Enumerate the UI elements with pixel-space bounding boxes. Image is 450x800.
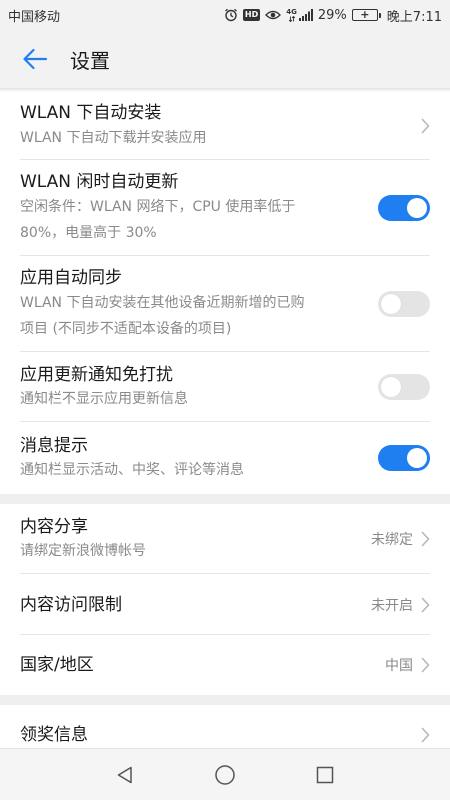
setting-desc-line2: 80%，电量高于 30% bbox=[20, 225, 157, 241]
status-bar: 中国移动 HD 4G 29% + 晚上7:11 bbox=[0, 0, 450, 30]
eye-icon bbox=[265, 9, 282, 21]
setting-title: 领奖信息 bbox=[20, 725, 88, 745]
toggle-knob bbox=[381, 377, 401, 397]
arrow-left-icon bbox=[23, 48, 48, 70]
message-tips-toggle[interactable] bbox=[378, 445, 430, 471]
setting-country-region[interactable]: 国家/地区 中国 bbox=[0, 635, 450, 695]
toggle-knob bbox=[407, 198, 427, 218]
setting-wlan-auto-install[interactable]: WLAN 下自动安装 WLAN 下自动下载并安装应用 bbox=[0, 92, 450, 160]
setting-value: 未开启 bbox=[371, 597, 413, 614]
section-gap bbox=[0, 695, 450, 705]
setting-desc: 通知栏不显示应用更新信息 bbox=[20, 391, 188, 407]
setting-desc: 通知栏显示活动、中奖、评论等消息 bbox=[20, 462, 244, 478]
setting-title: 内容访问限制 bbox=[20, 594, 122, 615]
title-bar: 设置 bbox=[0, 30, 450, 88]
back-triangle-icon bbox=[117, 766, 132, 783]
nav-back-button[interactable] bbox=[107, 757, 143, 793]
nav-home-button[interactable] bbox=[207, 757, 243, 793]
signal-icon bbox=[298, 9, 313, 21]
setting-value: 中国 bbox=[385, 658, 413, 674]
nav-recent-button[interactable] bbox=[307, 757, 343, 793]
chevron-right-icon bbox=[421, 597, 430, 613]
app-auto-sync-toggle[interactable] bbox=[378, 291, 430, 317]
toggle-knob bbox=[381, 294, 401, 314]
battery-charging-icon: + bbox=[351, 9, 381, 21]
chevron-right-icon bbox=[421, 531, 430, 547]
page-title: 设置 bbox=[70, 48, 110, 73]
chevron-right-icon bbox=[421, 727, 430, 743]
setting-content-share[interactable]: 内容分享 请绑定新浪微博帐号 未绑定 bbox=[0, 504, 450, 574]
settings-list: WLAN 下自动安装 WLAN 下自动下载并安装应用 WLAN 闲时自动更新 空… bbox=[0, 92, 450, 765]
chevron-right-icon bbox=[421, 657, 430, 673]
hd-icon: HD bbox=[242, 9, 261, 21]
status-time: 晚上7:11 bbox=[386, 9, 442, 25]
setting-update-notify-dnd: 应用更新通知免打扰 通知栏不显示应用更新信息 bbox=[0, 352, 450, 422]
setting-title: 消息提示 bbox=[20, 436, 88, 456]
toggle-knob bbox=[407, 448, 427, 468]
alarm-clock-icon bbox=[224, 8, 238, 22]
setting-wlan-idle-update: WLAN 闲时自动更新 空闲条件：WLAN 网络下，CPU 使用率低于 80%，… bbox=[0, 160, 450, 256]
setting-value: 未绑定 bbox=[371, 532, 413, 548]
setting-desc-line1: 空闲条件：WLAN 网络下，CPU 使用率低于 bbox=[20, 199, 296, 215]
setting-title: WLAN 闲时自动更新 bbox=[20, 172, 179, 192]
setting-title: 应用自动同步 bbox=[20, 268, 122, 288]
setting-title: 内容分享 bbox=[20, 517, 88, 537]
chevron-right-icon bbox=[421, 118, 430, 134]
setting-title: 国家/地区 bbox=[20, 655, 94, 675]
setting-message-tips: 消息提示 通知栏显示活动、中奖、评论等消息 bbox=[0, 422, 450, 494]
battery-percent: 29% bbox=[317, 7, 347, 23]
setting-app-auto-sync: 应用自动同步 WLAN 下自动安装在其他设备近期新增的已购 项目 (不同步不适配… bbox=[0, 256, 450, 352]
network-label: 4G bbox=[286, 7, 297, 16]
navigation-bar bbox=[0, 748, 450, 800]
setting-desc: 请绑定新浪微博帐号 bbox=[20, 543, 146, 559]
setting-title: WLAN 下自动安装 bbox=[20, 103, 162, 123]
carrier-name: 中国移动 bbox=[8, 9, 61, 25]
update-notify-dnd-toggle[interactable] bbox=[378, 374, 430, 400]
section-gap bbox=[0, 494, 450, 504]
home-circle-icon bbox=[215, 764, 235, 785]
back-button[interactable] bbox=[0, 30, 70, 88]
setting-title: 应用更新通知免打扰 bbox=[20, 365, 173, 385]
setting-content-access-limit[interactable]: 内容访问限制 未开启 bbox=[0, 574, 450, 635]
recent-square-icon bbox=[316, 766, 334, 783]
setting-desc: WLAN 下自动下载并安装应用 bbox=[20, 130, 207, 146]
setting-desc-line1: WLAN 下自动安装在其他设备近期新增的已购 bbox=[20, 295, 305, 311]
network-4g-icon: 4G bbox=[286, 7, 297, 22]
setting-desc-line2: 项目 (不同步不适配本设备的项目) bbox=[20, 321, 232, 337]
wlan-idle-update-toggle[interactable] bbox=[378, 195, 430, 221]
